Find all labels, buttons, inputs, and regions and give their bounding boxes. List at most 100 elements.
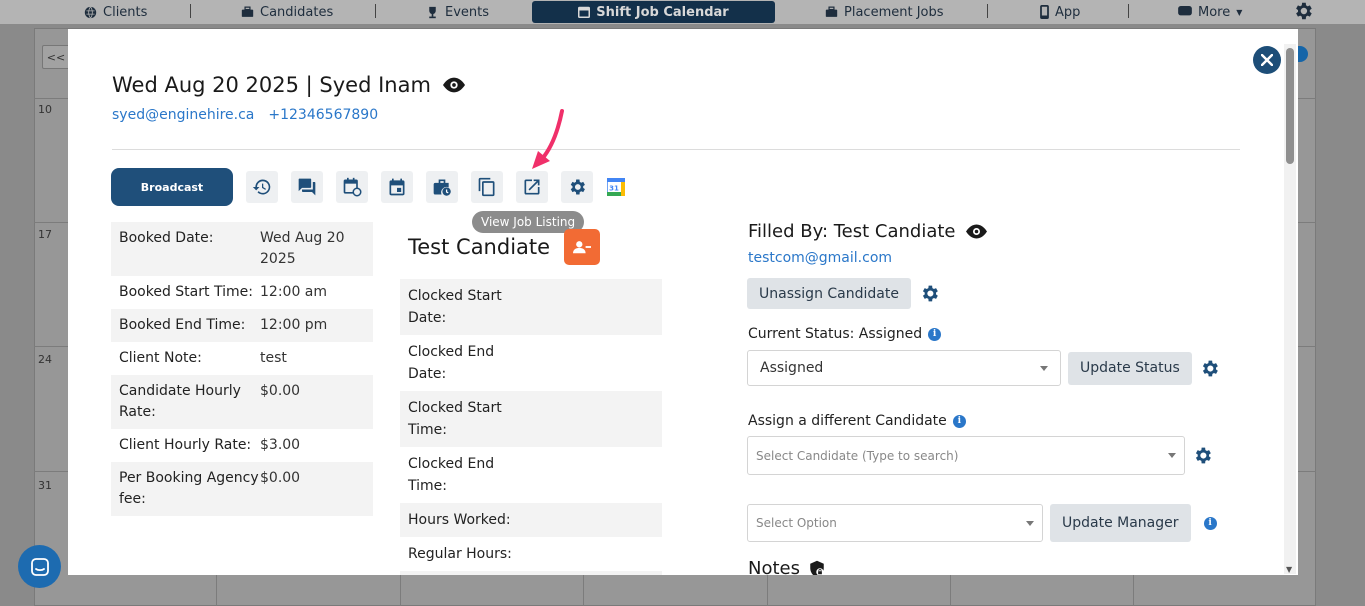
nav-candidates[interactable]: Candidates xyxy=(241,0,333,24)
table-row: Regular Hours: xyxy=(400,537,662,571)
manager-select-placeholder: Select Option xyxy=(756,516,837,530)
detail-label: Client Hourly Rate: xyxy=(119,437,252,453)
shift-details-modal: Wed Aug 20 2025 | Syed Inam syed@engineh… xyxy=(68,29,1298,575)
remove-candidate-button[interactable] xyxy=(564,229,601,265)
detail-value: $0.00 xyxy=(260,470,301,486)
google-calendar-button[interactable]: 31 xyxy=(606,171,626,203)
chevron-down-icon xyxy=(1168,453,1176,458)
close-icon xyxy=(1261,54,1273,66)
info-icon[interactable]: i xyxy=(1203,516,1217,530)
chat-icon xyxy=(298,178,316,196)
notes-heading: Notes xyxy=(748,558,800,575)
status-select[interactable]: Assigned xyxy=(747,350,1061,386)
table-row: Clocked End Date: xyxy=(400,335,662,391)
candidate-phone-link[interactable]: +12346567890 xyxy=(268,107,378,123)
clocked-label: Hours Worked: xyxy=(408,512,511,528)
top-nav: Clients Candidates Events Shift Job Cale… xyxy=(0,0,1365,24)
table-row xyxy=(400,571,662,575)
candidate-email-link[interactable]: syed@enginehire.ca xyxy=(112,107,254,123)
calendar-day-number: 10 xyxy=(38,103,52,116)
clocked-label: Clocked End Time: xyxy=(408,456,495,494)
support-chat-button[interactable] xyxy=(18,545,61,588)
update-status-button[interactable]: Update Status xyxy=(1068,351,1192,385)
modal-scrollbar[interactable]: ▼ xyxy=(1284,44,1296,574)
table-row: Client Note: test xyxy=(111,342,373,375)
nav-label: App xyxy=(1055,4,1081,20)
divider xyxy=(112,149,1240,150)
gear-icon[interactable] xyxy=(919,283,940,304)
calendar-prev-button[interactable]: << xyxy=(42,45,70,69)
scrollbar-thumb[interactable] xyxy=(1286,48,1294,164)
nav-shift-job-calendar[interactable]: Shift Job Calendar xyxy=(532,1,775,23)
nav-label: Shift Job Calendar xyxy=(596,4,729,20)
nav-label: Clients xyxy=(103,4,148,20)
update-manager-button[interactable]: Update Manager xyxy=(1050,504,1191,542)
scroll-down-icon[interactable]: ▼ xyxy=(1286,565,1292,574)
clocked-label: Regular Hours: xyxy=(408,546,512,562)
calendar-icon xyxy=(389,178,405,196)
gear-icon[interactable] xyxy=(1292,0,1314,22)
history-button[interactable] xyxy=(246,171,278,203)
manager-select[interactable]: Select Option xyxy=(747,504,1043,542)
candidate-search-select[interactable]: Select Candidate (Type to search) xyxy=(747,436,1185,475)
gear-icon[interactable] xyxy=(1192,445,1213,466)
calendar-event-button[interactable] xyxy=(381,171,413,203)
external-link-icon xyxy=(524,179,540,195)
table-row: Clocked Start Date: xyxy=(400,279,662,335)
nav-label: Candidates xyxy=(260,4,334,20)
chevron-down-icon xyxy=(1026,520,1034,526)
annotation-arrow-icon xyxy=(532,109,564,169)
detail-value: 12:00 pm xyxy=(260,317,328,333)
duplicate-button[interactable] xyxy=(471,171,503,203)
action-toolbar: Broadcast 31 xyxy=(111,168,626,206)
user-minus-icon xyxy=(573,241,592,254)
nav-app[interactable]: App xyxy=(1040,0,1080,24)
broadcast-button[interactable]: Broadcast xyxy=(111,168,233,206)
detail-value: Wed Aug 20 2025 xyxy=(260,230,345,267)
chat-icon xyxy=(30,557,49,576)
table-row: Candidate Hourly Rate: $0.00 xyxy=(111,375,373,429)
gear-icon xyxy=(570,179,585,195)
info-icon[interactable]: i xyxy=(952,414,966,428)
detail-value: $3.00 xyxy=(260,437,301,453)
table-row: Hours Worked: xyxy=(400,503,662,537)
detail-value: test xyxy=(260,350,287,366)
briefcase-clock-icon xyxy=(433,179,451,196)
reschedule-button[interactable] xyxy=(336,171,368,203)
filled-email-link[interactable]: testcom@gmail.com xyxy=(748,250,892,266)
candidate-select-placeholder: Select Candidate (Type to search) xyxy=(756,448,959,463)
settings-button[interactable] xyxy=(561,171,593,203)
messages-button[interactable] xyxy=(291,171,323,203)
booking-details-table: Booked Date: Wed Aug 20 2025 Booked Start… xyxy=(111,222,373,516)
table-row: Booked End Time: 12:00 pm xyxy=(111,309,373,342)
detail-label: Candidate Hourly Rate: xyxy=(119,383,241,420)
nav-placement-jobs[interactable]: Placement Jobs xyxy=(825,0,944,24)
phone-icon xyxy=(1040,5,1049,19)
nav-more[interactable]: More ▼ xyxy=(1178,0,1242,24)
copy-icon xyxy=(478,177,495,197)
table-row: Booked Date: Wed Aug 20 2025 xyxy=(111,222,373,276)
calendar-day-number: 24 xyxy=(38,353,52,366)
close-modal-button[interactable] xyxy=(1253,46,1281,74)
nav-clients[interactable]: Clients xyxy=(84,0,147,24)
detail-label: Booked End Time: xyxy=(119,317,246,333)
history-icon xyxy=(252,179,271,195)
svg-text:31: 31 xyxy=(609,185,619,193)
assign-candidate-label: Assign a different Candidate xyxy=(748,413,947,429)
eye-icon[interactable] xyxy=(965,224,987,239)
detail-label: Booked Start Time: xyxy=(119,284,253,300)
shield-lock-icon xyxy=(810,560,824,575)
clocked-label: Clocked Start Time: xyxy=(408,400,502,438)
table-row: Clocked Start Time: xyxy=(400,391,662,447)
chat-icon xyxy=(1178,6,1192,16)
filled-by-label: Filled By: Test Candiate xyxy=(748,221,956,242)
job-clock-button[interactable] xyxy=(426,171,458,203)
nav-events[interactable]: Events xyxy=(426,0,489,24)
eye-icon[interactable] xyxy=(442,77,465,93)
info-icon[interactable]: i xyxy=(928,327,942,341)
unassign-candidate-button[interactable]: Unassign Candidate xyxy=(747,278,911,309)
view-job-listing-button[interactable] xyxy=(516,171,548,203)
nav-label: More xyxy=(1198,4,1231,20)
gear-icon[interactable] xyxy=(1199,358,1220,379)
nav-label: Events xyxy=(445,4,490,20)
